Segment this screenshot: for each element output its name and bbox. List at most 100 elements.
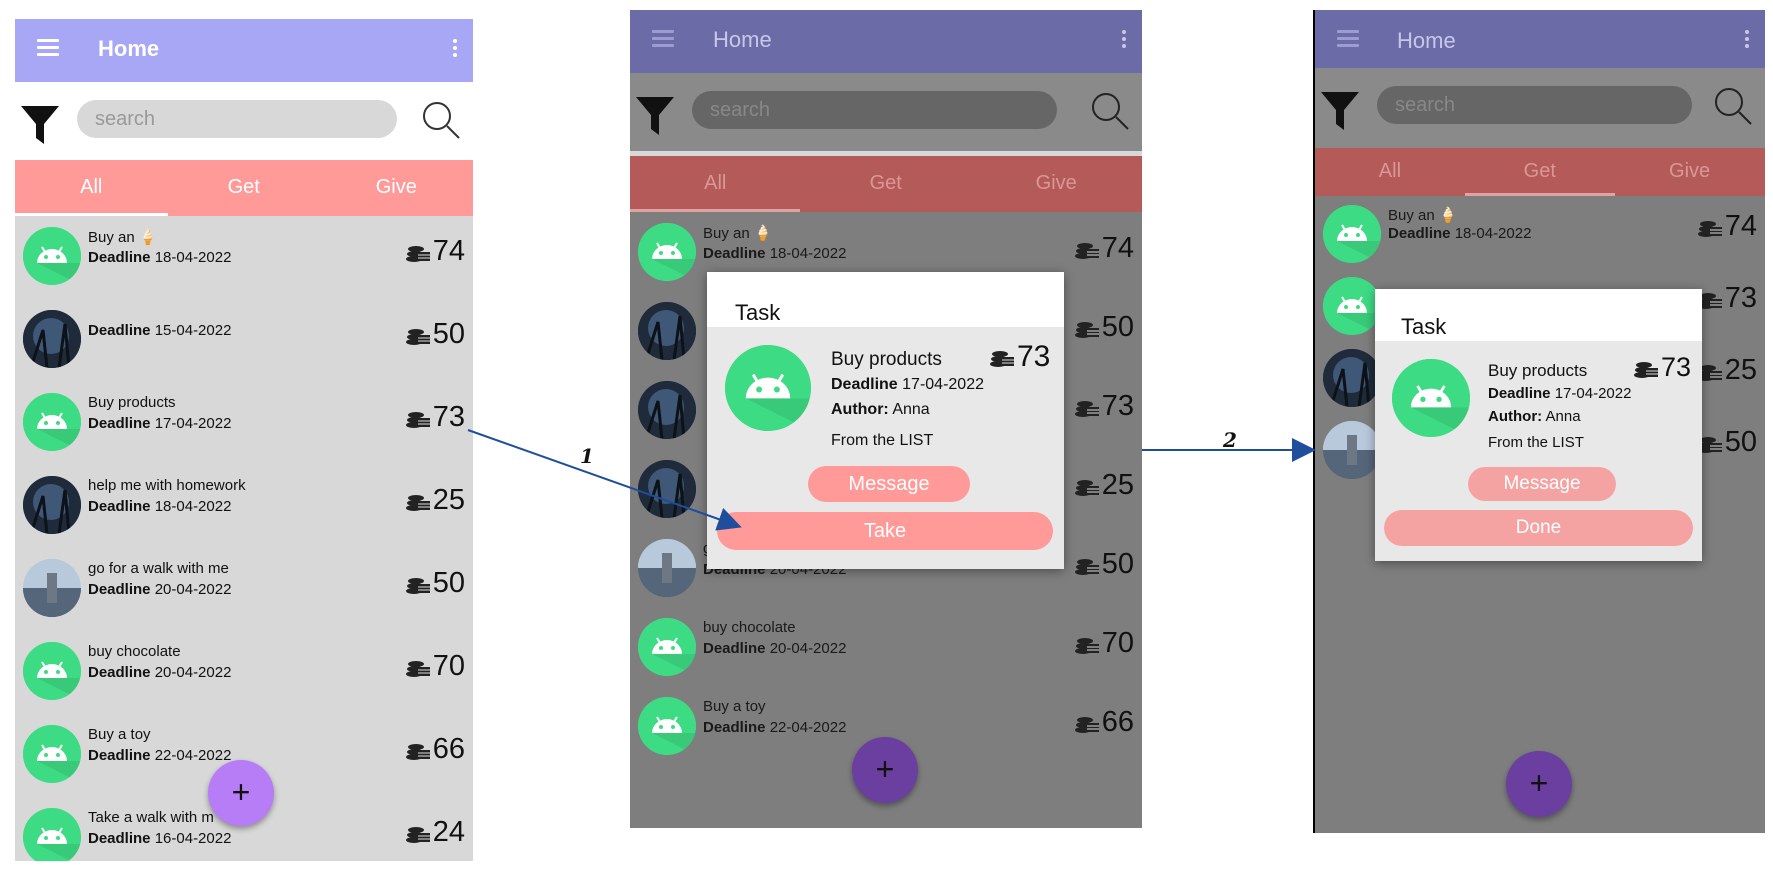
avatar xyxy=(23,227,81,285)
done-button[interactable]: Done xyxy=(1384,510,1693,546)
search-input[interactable]: search xyxy=(692,91,1057,129)
tab-get[interactable]: Get xyxy=(1465,148,1615,196)
coins-icon xyxy=(1697,216,1723,238)
task-author: Author: Anna xyxy=(1488,408,1581,425)
list-item[interactable]: Buy an 🍦 Deadline 18-04-2022 74 xyxy=(1315,196,1765,268)
avatar xyxy=(638,381,696,439)
avatar xyxy=(1323,205,1381,263)
dialog-title: Task xyxy=(735,300,781,325)
app-bar: Home xyxy=(1315,10,1765,68)
reward-value: 73 xyxy=(1101,390,1134,422)
search-bar: search xyxy=(630,73,1142,151)
search-icon[interactable] xyxy=(421,100,461,140)
list-item[interactable]: help me with homework Deadline 18-04-2022… xyxy=(15,465,473,548)
item-reward: 25 xyxy=(405,484,465,517)
avatar xyxy=(638,618,696,676)
list-item[interactable]: buy chocolate Deadline 20-04-2022 70 xyxy=(630,607,1142,686)
reward-value: 50 xyxy=(432,567,465,599)
search-bar: search xyxy=(1315,68,1765,148)
list-item[interactable]: Buy products Deadline 17-04-2022 73 xyxy=(15,382,473,465)
tab-all[interactable]: All xyxy=(1315,148,1465,196)
list-item[interactable]: Deadline 15-04-2022 50 xyxy=(15,299,473,382)
item-deadline: Deadline 17-04-2022 xyxy=(88,415,232,432)
add-task-button[interactable]: + xyxy=(208,760,274,826)
list-item[interactable]: go for a walk with me Deadline 20-04-2022… xyxy=(15,548,473,631)
reward-value: 50 xyxy=(1101,311,1134,343)
add-task-button[interactable]: + xyxy=(852,737,918,803)
coins-icon xyxy=(405,822,431,844)
message-button[interactable]: Message xyxy=(808,466,970,502)
item-deadline: Deadline 16-04-2022 xyxy=(88,830,232,847)
search-input[interactable]: search xyxy=(1377,86,1692,124)
item-deadline: Deadline 20-04-2022 xyxy=(88,664,232,681)
item-deadline: Deadline 22-04-2022 xyxy=(703,719,847,736)
more-options-icon[interactable] xyxy=(1122,30,1126,51)
task-dialog: Task Buy products Deadline 17-04-2022 Au… xyxy=(1375,289,1702,561)
author-label: Author: xyxy=(1488,408,1543,425)
coins-icon xyxy=(1074,238,1100,260)
avatar xyxy=(23,642,81,700)
task-avatar xyxy=(1392,359,1470,437)
avatar xyxy=(23,559,81,617)
filter-icon[interactable] xyxy=(634,93,676,137)
screen-task-dialog: Home search All Get Give Buy an 🍦 Deadlin… xyxy=(630,10,1142,828)
menu-icon[interactable] xyxy=(1337,30,1359,48)
message-button[interactable]: Message xyxy=(1468,467,1616,501)
item-deadline: Deadline 20-04-2022 xyxy=(88,581,232,598)
task-name: Buy products xyxy=(831,349,942,370)
tab-bar: All Get Give xyxy=(15,160,473,216)
item-reward: 24 xyxy=(405,816,465,849)
tab-give[interactable]: Give xyxy=(1615,148,1765,196)
coins-icon xyxy=(405,739,431,761)
take-button[interactable]: Take xyxy=(717,512,1053,550)
item-reward: 50 xyxy=(1697,426,1757,459)
reward-value: 74 xyxy=(432,235,465,267)
avatar xyxy=(23,393,81,451)
coins-icon xyxy=(1074,633,1100,655)
dialog-title: Task xyxy=(1401,314,1447,339)
item-title: Buy an 🍦 xyxy=(88,229,158,246)
coins-icon xyxy=(1074,554,1100,576)
more-options-icon[interactable] xyxy=(453,39,457,60)
item-reward: 74 xyxy=(405,235,465,268)
reward-value: 73 xyxy=(1017,340,1051,373)
item-title: Take a walk with m xyxy=(88,809,214,826)
search-icon[interactable] xyxy=(1713,86,1753,126)
item-reward: 73 xyxy=(1697,282,1757,315)
tab-give[interactable]: Give xyxy=(971,156,1141,212)
tab-all[interactable]: All xyxy=(15,160,168,216)
avatar xyxy=(638,223,696,281)
tab-all[interactable]: All xyxy=(630,156,800,212)
author-label: Author: xyxy=(831,401,889,418)
avatar xyxy=(23,808,81,861)
item-deadline: Deadline 22-04-2022 xyxy=(88,747,232,764)
avatar xyxy=(638,697,696,755)
more-options-icon[interactable] xyxy=(1745,30,1749,51)
list-item[interactable]: Buy an 🍦 Deadline 18-04-2022 74 xyxy=(15,216,473,299)
task-avatar xyxy=(725,345,811,431)
item-title: help me with homework xyxy=(88,477,246,494)
search-input[interactable]: search xyxy=(77,100,397,138)
item-reward: 25 xyxy=(1074,469,1134,502)
tab-give[interactable]: Give xyxy=(320,160,473,216)
reward-value: 24 xyxy=(432,816,465,848)
tab-get[interactable]: Get xyxy=(168,160,321,216)
item-reward: 74 xyxy=(1074,232,1134,265)
item-title: Buy an 🍦 xyxy=(1388,207,1458,224)
avatar xyxy=(23,725,81,783)
item-reward: 50 xyxy=(405,567,465,600)
screen-task-taken: Home search All Get Give Buy an 🍦 Deadlin… xyxy=(1313,10,1765,833)
tab-get[interactable]: Get xyxy=(800,156,970,212)
reward-value: 50 xyxy=(1724,426,1757,458)
add-task-button[interactable]: + xyxy=(1506,751,1572,817)
menu-icon[interactable] xyxy=(37,39,59,57)
filter-icon[interactable] xyxy=(1319,88,1361,132)
list-item[interactable]: buy chocolate Deadline 20-04-2022 70 xyxy=(15,631,473,714)
avatar xyxy=(638,539,696,597)
task-reward: 73 xyxy=(1633,352,1691,383)
menu-icon[interactable] xyxy=(652,30,674,48)
search-icon[interactable] xyxy=(1090,91,1130,131)
filter-icon[interactable] xyxy=(19,102,61,146)
item-reward: 73 xyxy=(405,401,465,434)
coins-icon xyxy=(1074,712,1100,734)
